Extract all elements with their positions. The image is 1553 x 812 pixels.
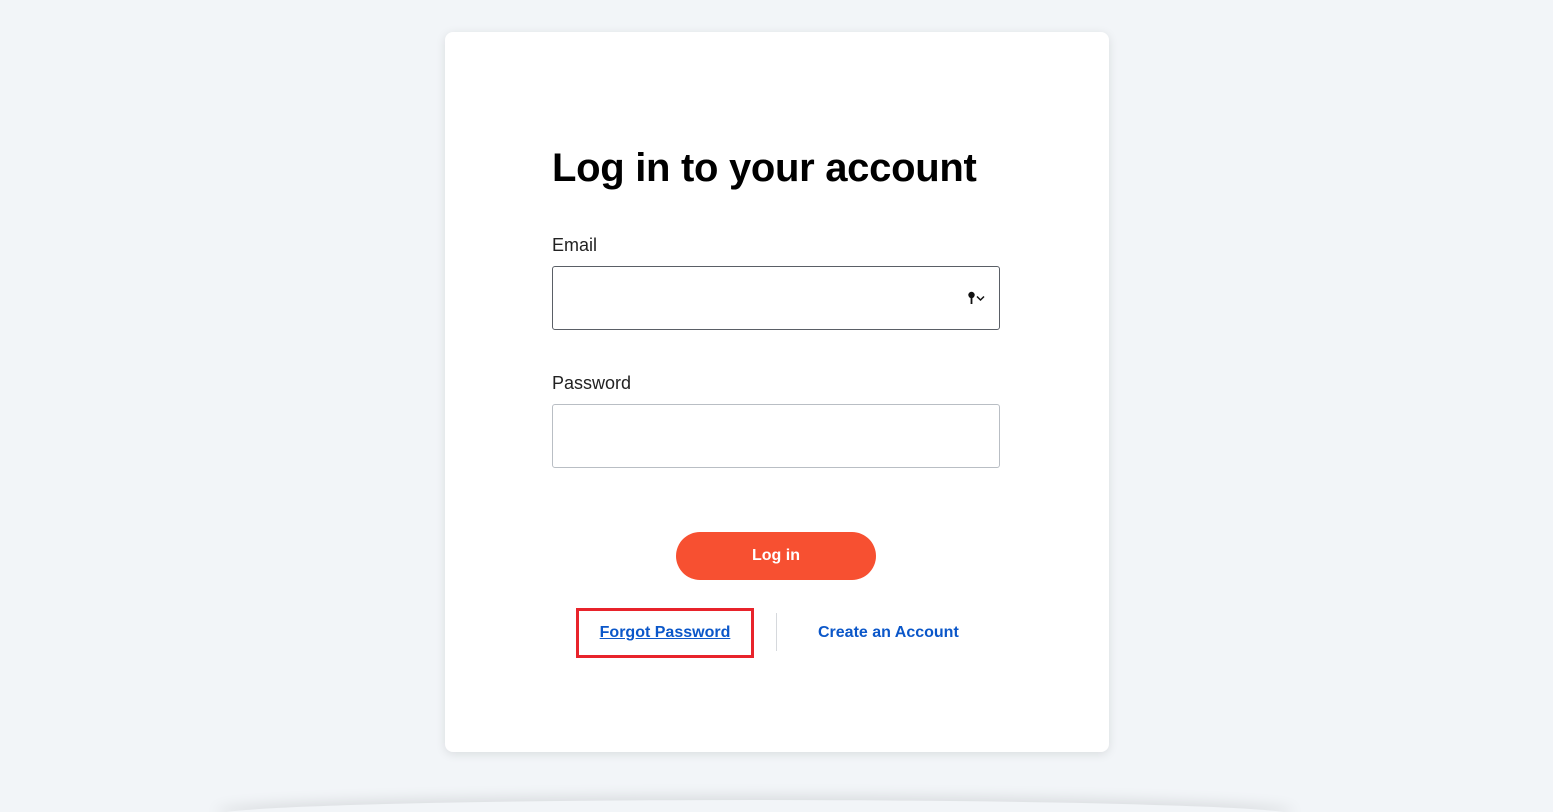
password-manager-key-icon[interactable]	[966, 288, 988, 308]
email-field[interactable]	[552, 266, 1000, 330]
login-page: Log in to your account Email Password Lo…	[0, 0, 1553, 812]
create-account-link[interactable]: Create an Account	[818, 608, 959, 658]
login-button-row: Log in	[552, 532, 1000, 580]
lower-panel-edge	[215, 800, 1295, 812]
login-card: Log in to your account Email Password Lo…	[445, 32, 1109, 752]
email-label: Email	[552, 235, 598, 255]
login-form: Log in to your account Email Password Lo…	[552, 144, 1000, 658]
password-field-wrapper	[552, 404, 1000, 468]
password-label: Password	[552, 373, 632, 393]
account-links: Forgot Password Create an Account	[552, 608, 1000, 658]
login-button[interactable]: Log in	[676, 532, 876, 580]
email-field-wrapper	[552, 266, 1000, 330]
page-title: Log in to your account	[552, 146, 977, 190]
forgot-password-link[interactable]: Forgot Password	[576, 608, 754, 658]
links-divider	[776, 613, 777, 651]
password-field[interactable]	[552, 404, 1000, 468]
